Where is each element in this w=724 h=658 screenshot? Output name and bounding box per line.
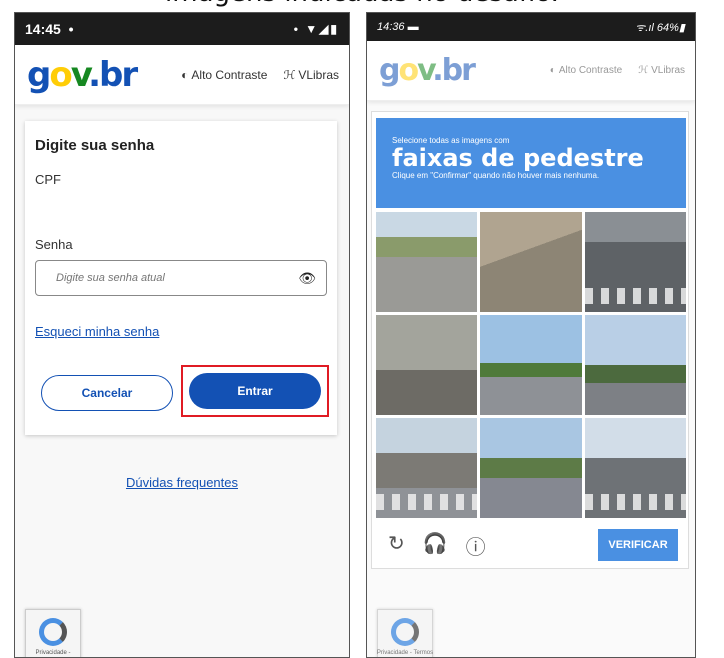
login-card: Digite sua senha CPF Senha 👁 Esqueci min… <box>25 121 337 435</box>
captcha-tile[interactable] <box>376 315 478 415</box>
recaptcha-badge[interactable]: Privacidade - <box>25 609 81 657</box>
app-header: gov.br ◐ Alto Contraste ℋ VLibras <box>15 45 349 105</box>
status-dot: • <box>68 21 74 37</box>
card-title: Digite sua senha <box>35 137 155 154</box>
login-phone-screen: 14:45 • • ▼◢▮ gov.br ◐ Alto Contraste ℋ VL… <box>14 12 350 658</box>
vlibras-toggle[interactable]: ℋ VLibras <box>638 65 685 76</box>
vlibras-icon: ℋ <box>283 67 296 82</box>
captcha-instruction-line3: Clique em "Confirmar" quando não houver … <box>392 171 600 181</box>
enter-highlight-box: Entrar <box>181 365 329 417</box>
captcha-instructions: Selecione todas as imagens com faixas de… <box>376 118 686 208</box>
vlibras-toggle[interactable]: ℋ VLibras <box>283 68 339 82</box>
status-bar: 14:36 ▬ ᯤ.ıl 64%▮ <box>367 13 695 41</box>
captcha-challenge: Selecione todas as imagens com faixas de… <box>371 111 689 569</box>
govbr-logo[interactable]: gov.br <box>27 58 138 92</box>
govbr-logo[interactable]: gov.br <box>379 55 476 86</box>
captcha-footer: ↻ 🎧 ⓘ VERIFICAR <box>376 524 686 566</box>
contrast-icon: ◐ <box>181 67 189 82</box>
captcha-tile[interactable] <box>480 418 582 518</box>
captcha-tile[interactable] <box>480 212 582 312</box>
privacy-link[interactable]: Privacidade - Termos <box>377 650 433 656</box>
high-contrast-toggle[interactable]: ◐ Alto Contraste <box>550 65 622 76</box>
headphones-icon[interactable]: 🎧 <box>423 531 448 560</box>
status-icons: • ▼◢▮ <box>293 22 339 36</box>
cancel-button[interactable]: Cancelar <box>41 375 173 411</box>
captcha-tile[interactable] <box>376 418 478 518</box>
status-time: 14:45 <box>25 21 61 37</box>
password-field[interactable]: 👁 <box>35 260 327 296</box>
privacy-link[interactable]: Privacidade - <box>35 650 70 656</box>
enter-button[interactable]: Entrar <box>189 373 321 409</box>
app-header: gov.br ◐ Alto Contraste ℋ VLibras <box>367 41 695 101</box>
comparison-screenshot: imagens indicadas no desafio. 14:45 • • … <box>0 0 724 658</box>
status-time: 14:36 <box>377 21 405 33</box>
high-contrast-toggle[interactable]: ◐ Alto Contraste <box>181 68 267 82</box>
captcha-target-object: faixas de pedestre <box>392 144 644 172</box>
contrast-icon: ◐ <box>549 65 556 76</box>
captcha-tile[interactable] <box>480 315 582 415</box>
recaptcha-icon <box>39 618 67 646</box>
cpf-label: CPF <box>35 172 61 187</box>
faq-link[interactable]: Dúvidas frequentes <box>15 475 349 490</box>
recaptcha-badge[interactable]: Privacidade - Termos <box>377 609 433 657</box>
show-password-icon[interactable]: 👁 <box>298 270 316 287</box>
captcha-phone-screen: 14:36 ▬ ᯤ.ıl 64%▮ gov.br ◐ Alto Contraste… <box>366 12 696 658</box>
captcha-tile[interactable] <box>376 212 478 312</box>
captcha-tile[interactable] <box>584 212 686 312</box>
status-icons: ᯤ.ıl 64%▮ <box>635 21 685 34</box>
info-icon[interactable]: ⓘ <box>466 531 486 560</box>
status-bar: 14:45 • • ▼◢▮ <box>15 13 349 45</box>
recaptcha-icon <box>391 618 419 646</box>
captcha-tile[interactable] <box>584 315 686 415</box>
sim-icon: ▬ <box>407 21 419 33</box>
crosswalk-stripes <box>584 494 686 510</box>
captcha-tile[interactable] <box>584 418 686 518</box>
captcha-image-grid <box>376 212 686 518</box>
login-actions: Cancelar Entrar <box>31 365 331 417</box>
verify-button[interactable]: VERIFICAR <box>598 529 678 561</box>
vlibras-icon: ℋ <box>638 65 649 76</box>
accessibility-controls: ◐ Alto Contraste ℋ VLibras <box>550 65 685 76</box>
password-label: Senha <box>35 237 73 252</box>
password-input[interactable] <box>56 272 276 284</box>
caption-text: imagens indicadas no desafio. <box>0 0 724 8</box>
forgot-password-link[interactable]: Esqueci minha senha <box>35 324 327 339</box>
accessibility-controls: ◐ Alto Contraste ℋ VLibras <box>181 68 339 82</box>
crosswalk-stripes <box>376 494 478 510</box>
crosswalk-stripes <box>584 288 686 304</box>
reload-icon[interactable]: ↻ <box>388 531 405 560</box>
